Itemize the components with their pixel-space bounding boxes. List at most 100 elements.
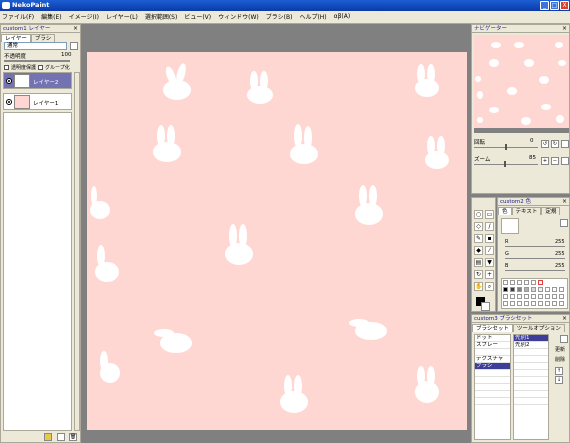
swatch[interactable] — [510, 294, 515, 299]
menu-help[interactable]: ヘルプ(H) — [299, 12, 326, 21]
list-item[interactable] — [475, 384, 510, 391]
layer-row-2[interactable]: レイヤー2 — [3, 72, 72, 89]
swatch[interactable] — [552, 287, 557, 292]
group-checkbox[interactable] — [38, 65, 43, 70]
menu-brush[interactable]: ブラシ(B) — [266, 12, 293, 21]
swatch[interactable] — [517, 294, 522, 299]
blend-mode-select[interactable]: 通常 — [4, 42, 67, 50]
swatch[interactable] — [503, 280, 508, 285]
list-item[interactable] — [475, 391, 510, 398]
brush-option-checkbox[interactable] — [560, 335, 568, 343]
brush-tool-icon[interactable]: ✎ — [474, 234, 483, 243]
swatch[interactable] — [517, 280, 522, 285]
swatch[interactable] — [517, 301, 522, 306]
menu-window[interactable]: ウィンドウ(W) — [218, 12, 259, 21]
color-swatch-grid[interactable] — [501, 278, 568, 309]
swatch[interactable] — [545, 301, 550, 306]
list-item[interactable] — [475, 370, 510, 377]
list-item[interactable]: スプレー — [475, 342, 510, 349]
list-item[interactable] — [475, 398, 510, 405]
brush-preset-list[interactable]: 先別1 先別2 — [513, 334, 549, 440]
menu-view[interactable]: ビュー(V) — [184, 12, 211, 21]
layer-option-checkbox[interactable] — [70, 42, 78, 50]
zoom-out-icon[interactable]: − — [551, 157, 559, 165]
list-item[interactable] — [514, 398, 548, 405]
list-item[interactable]: テクスチャ — [475, 356, 510, 363]
swatch[interactable] — [503, 301, 508, 306]
list-item[interactable]: ブラシ — [475, 363, 510, 370]
swatch[interactable] — [524, 287, 529, 292]
move-up-icon[interactable]: ↑ — [555, 367, 563, 375]
menu-layer[interactable]: レイヤー(L) — [106, 12, 138, 21]
swatch[interactable] — [545, 287, 550, 292]
select-rect-tool-icon[interactable]: ▭ — [485, 210, 494, 219]
list-item[interactable]: ドット — [475, 335, 510, 342]
color-option-checkbox[interactable] — [560, 219, 568, 227]
tab-layer[interactable]: レイヤー — [1, 34, 31, 42]
swatch[interactable] — [531, 280, 536, 285]
swatch[interactable] — [552, 301, 557, 306]
pen-tool-icon[interactable]: / — [485, 222, 494, 231]
menu-selection[interactable]: 選択範囲(S) — [145, 12, 178, 21]
list-item[interactable] — [475, 349, 510, 356]
move-tool-icon[interactable]: + — [485, 270, 494, 279]
rotate-tool-icon[interactable]: ↻ — [474, 270, 483, 279]
menu-edit[interactable]: 編集(E) — [41, 12, 61, 21]
swatch[interactable] — [559, 301, 564, 306]
menu-alpha[interactable]: αβ(A) — [334, 13, 351, 20]
menu-file[interactable]: ファイル(F) — [2, 12, 34, 21]
lasso-tool-icon[interactable]: ○ — [474, 210, 483, 219]
visibility-eye-icon[interactable] — [6, 99, 12, 105]
visibility-eye-icon[interactable] — [6, 78, 12, 84]
swatch[interactable] — [510, 287, 515, 292]
tab-tool-options[interactable]: ツールオプション — [512, 324, 565, 332]
swatch[interactable] — [538, 287, 543, 292]
transparency-lock-checkbox[interactable] — [4, 65, 9, 70]
fill-tool-icon[interactable]: ◆ — [474, 246, 483, 255]
trash-icon[interactable]: 🗑 — [69, 433, 77, 441]
list-item[interactable] — [514, 377, 548, 384]
navigator-preview[interactable] — [474, 35, 569, 128]
tab-brush[interactable]: ブラシ — [30, 34, 56, 42]
list-item[interactable]: 先別1 — [514, 335, 548, 342]
current-color-preview[interactable] — [501, 218, 519, 234]
rotate-slider-knob[interactable] — [505, 144, 507, 150]
new-folder-icon[interactable] — [44, 433, 52, 441]
swatch[interactable] — [510, 280, 515, 285]
swatch[interactable] — [538, 294, 543, 299]
rotate-right-icon[interactable]: ↻ — [551, 140, 559, 148]
zoom-in-icon[interactable]: + — [541, 157, 549, 165]
close-button[interactable]: X — [560, 1, 569, 10]
swatch[interactable] — [552, 294, 557, 299]
marker-tool-icon[interactable]: ▪ — [485, 234, 494, 243]
list-item[interactable] — [514, 391, 548, 398]
swatch[interactable] — [524, 280, 529, 285]
brush-category-list[interactable]: ドット スプレー テクスチャ ブラシ — [474, 334, 511, 440]
zoom-slider-knob[interactable] — [504, 161, 506, 167]
list-item[interactable] — [514, 356, 548, 363]
layer-list-scrollbar[interactable] — [74, 72, 80, 431]
tab-ruler[interactable]: 定規 — [541, 207, 561, 215]
text-tool-icon[interactable]: ▼ — [485, 258, 494, 267]
rotate-reset-icon[interactable] — [561, 140, 569, 148]
list-item[interactable] — [514, 384, 548, 391]
swatch[interactable] — [545, 294, 550, 299]
swatch[interactable] — [531, 301, 536, 306]
hand-tool-icon[interactable]: ✋ — [474, 282, 483, 291]
swatch[interactable] — [524, 301, 529, 306]
eyedropper-tool-icon[interactable]: ⁄ — [485, 246, 494, 255]
swatch[interactable] — [503, 294, 508, 299]
minimize-button[interactable]: _ — [540, 1, 549, 10]
new-layer-icon[interactable] — [57, 433, 65, 441]
zoom-fit-icon[interactable] — [561, 157, 569, 165]
g-slider[interactable] — [505, 258, 565, 259]
tab-color[interactable]: 色 — [498, 207, 512, 215]
zoom-tool-icon[interactable]: ⌕ — [485, 282, 494, 291]
layer-row-1[interactable]: レイヤー1 — [3, 93, 72, 110]
list-item[interactable] — [514, 370, 548, 377]
swatch[interactable] — [538, 301, 543, 306]
gradient-tool-icon[interactable]: ▤ — [474, 258, 483, 267]
list-item[interactable] — [514, 349, 548, 356]
swatch[interactable] — [524, 294, 529, 299]
list-item[interactable] — [475, 377, 510, 384]
